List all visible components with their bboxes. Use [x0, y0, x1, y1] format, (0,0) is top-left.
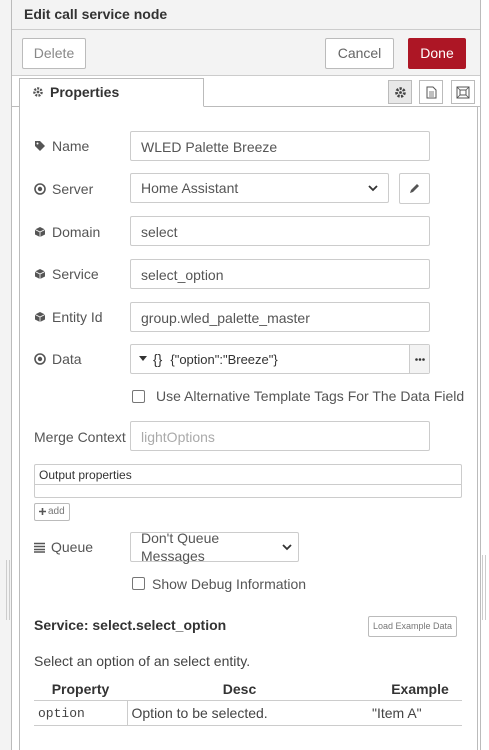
- service-fields-table: Property Desc Example option Option to b…: [34, 678, 462, 726]
- chevron-down-icon: [368, 184, 378, 192]
- debug-label: Show Debug Information: [152, 576, 307, 592]
- alt-tags-label: Use Alternative Template Tags For The Da…: [156, 388, 465, 404]
- expand-editor-button[interactable]: [409, 345, 429, 373]
- tab-properties-label: Properties: [50, 84, 120, 100]
- output-properties-header: Output properties: [34, 464, 462, 485]
- field-property: option: [34, 700, 128, 726]
- frame-icon: [456, 86, 470, 99]
- ellipsis-icon: [414, 357, 425, 361]
- add-output-button[interactable]: add: [34, 503, 70, 521]
- json-type-symbol: {}: [153, 351, 163, 367]
- table-header-row: Property Desc Example: [34, 678, 462, 701]
- table-row: option Option to be selected. "Item A": [34, 700, 462, 726]
- tab-properties[interactable]: Properties: [19, 78, 204, 107]
- document-icon: [426, 86, 437, 99]
- caret-down-icon: [139, 356, 147, 362]
- tab-appearance[interactable]: [451, 80, 475, 104]
- data-typed-input[interactable]: {} {"option":"Breeze"}: [130, 344, 430, 374]
- cube-icon: [34, 311, 46, 323]
- field-desc: Option to be selected.: [127, 700, 352, 726]
- cube-icon: [34, 226, 46, 238]
- column-header-example: Example: [352, 678, 462, 701]
- entity-label: Entity Id: [34, 309, 103, 325]
- dot-circle-icon: [34, 353, 46, 365]
- debug-checkbox[interactable]: [132, 577, 145, 590]
- load-example-button[interactable]: Load Example Data: [368, 616, 458, 637]
- domain-label: Domain: [34, 224, 100, 240]
- merge-context-input[interactable]: lightOptions: [130, 421, 430, 451]
- done-button[interactable]: Done: [408, 38, 466, 69]
- list-icon: [34, 542, 45, 553]
- tag-icon: [34, 140, 46, 152]
- field-example: "Item A": [352, 700, 462, 726]
- service-help-title: Service: select.select_option: [34, 617, 227, 633]
- merge-context-label: Merge Context: [34, 429, 126, 445]
- queue-label: Queue: [34, 539, 93, 555]
- edit-server-button[interactable]: [399, 173, 430, 204]
- data-value[interactable]: {"option":"Breeze"}: [168, 352, 409, 367]
- data-type-selector[interactable]: {}: [131, 345, 168, 373]
- dot-circle-icon: [34, 183, 46, 195]
- name-label: Name: [34, 138, 89, 154]
- domain-input[interactable]: select: [130, 216, 430, 246]
- plus-icon: [39, 508, 46, 515]
- column-header-property: Property: [34, 678, 127, 701]
- column-header-desc: Desc: [127, 678, 352, 701]
- chevron-down-icon: [282, 543, 292, 551]
- data-label: Data: [34, 351, 82, 367]
- tab-settings[interactable]: [388, 80, 412, 104]
- name-input[interactable]: WLED Palette Breeze: [130, 131, 430, 161]
- server-select[interactable]: Home Assistant: [130, 173, 389, 203]
- gear-icon: [394, 86, 407, 99]
- pencil-icon: [409, 183, 420, 194]
- tab-description[interactable]: [419, 80, 443, 104]
- resize-grip[interactable]: [6, 560, 10, 620]
- tray-border: [480, 0, 481, 750]
- queue-select[interactable]: Don't Queue Messages: [130, 530, 299, 564]
- service-label: Service: [34, 266, 99, 282]
- service-description: Select an option of an select entity.: [34, 653, 251, 669]
- cube-icon: [34, 268, 46, 280]
- gear-icon: [32, 86, 44, 98]
- delete-button[interactable]: Delete: [22, 38, 86, 69]
- service-input[interactable]: select_option: [130, 259, 430, 289]
- cancel-button[interactable]: Cancel: [325, 38, 394, 69]
- server-label: Server: [34, 181, 93, 197]
- entity-input[interactable]: group.wled_palette_master: [130, 302, 430, 332]
- dialog-title: Edit call service node: [24, 6, 168, 22]
- workspace-edge: [0, 0, 12, 750]
- scrollbar-grip[interactable]: [482, 555, 486, 620]
- alt-tags-checkbox[interactable]: [132, 390, 145, 403]
